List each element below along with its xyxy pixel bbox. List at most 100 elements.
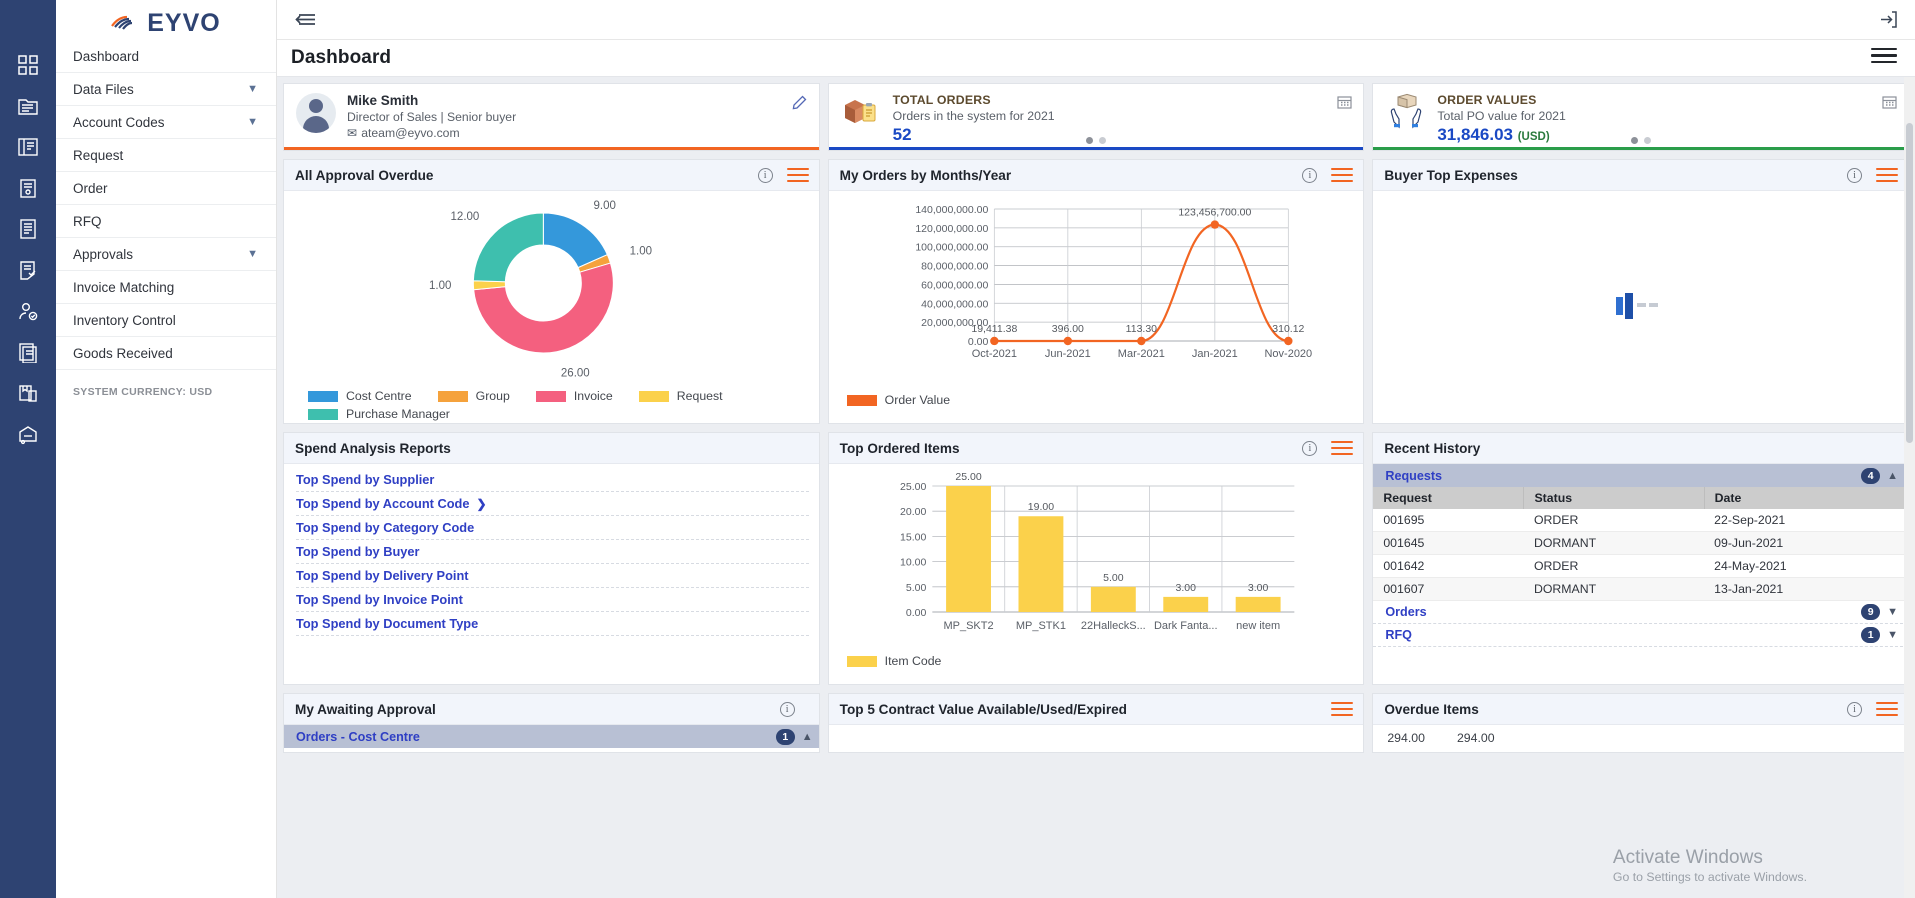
rail-icon-order[interactable] — [0, 208, 56, 249]
dashboard-menu-icon[interactable] — [1871, 48, 1897, 68]
carousel-dots-2[interactable] — [1630, 137, 1651, 144]
chevron-down-icon[interactable]: ▼ — [1887, 629, 1898, 641]
chevron-right-icon[interactable]: ❯ — [476, 497, 486, 511]
sidebar-item-account-codes[interactable]: Account Codes ▼ — [56, 106, 276, 139]
order-values-title: ORDER VALUES — [1437, 93, 1537, 107]
calendar-icon[interactable] — [1337, 95, 1352, 112]
bar[interactable] — [1090, 586, 1136, 612]
widget-body: 0.00 5.00 10.00 15.00 20.00 25.00 25.00 MP_SKT2… — [829, 464, 1364, 684]
sidebar-item-rfq[interactable]: RFQ — [56, 205, 276, 238]
table-row[interactable]: 001607 DORMANT 13-Jan-2021 — [1373, 577, 1908, 601]
system-currency-label: SYSTEM CURRENCY: USD — [73, 386, 213, 398]
sidebar-item-dashboard[interactable]: Dashboard — [56, 40, 276, 73]
rail-icon-inventory-control[interactable] — [0, 372, 56, 413]
edit-profile-icon[interactable] — [792, 95, 807, 113]
app-root: EYVO Dashboard Data Files ▼ Account Codes ▼ R… — [0, 0, 1915, 898]
table-cell: DORMANT — [1523, 577, 1705, 601]
sidebar-item-request[interactable]: Request — [56, 139, 276, 172]
data-point[interactable] — [989, 336, 999, 346]
chevron-down-icon[interactable]: ▼ — [247, 116, 258, 128]
y-axis-tick-label: 140,000,000.00 — [915, 204, 988, 216]
rail-icon-rfq[interactable] — [0, 249, 56, 290]
legend-item[interactable]: Request — [638, 389, 723, 403]
package-hands-icon — [1385, 93, 1427, 133]
table-row[interactable]: 001645 DORMANT 09-Jun-2021 — [1373, 531, 1908, 555]
widget-menu-icon[interactable] — [1876, 167, 1899, 183]
page-scrollbar[interactable] — [1904, 77, 1915, 898]
total-orders-title: TOTAL ORDERS — [892, 93, 991, 107]
data-point[interactable] — [1063, 336, 1072, 346]
calendar-icon-2[interactable] — [1882, 95, 1897, 112]
legend-item[interactable]: Order Value — [846, 393, 950, 407]
scrollbar-thumb[interactable] — [1906, 123, 1913, 443]
rail-icon-dashboard[interactable] — [0, 44, 56, 85]
widget-menu-icon[interactable] — [1876, 701, 1899, 717]
spend-report-link[interactable]: Top Spend by Account Code ❯ — [296, 492, 809, 516]
legend-swatch — [308, 390, 338, 402]
chevron-down-icon[interactable]: ▼ — [247, 83, 258, 95]
bar[interactable] — [1235, 596, 1281, 612]
rail-icon-goods-received[interactable] — [0, 413, 56, 454]
mail-icon: ✉ — [347, 126, 358, 140]
sidebar-item-invoice-matching[interactable]: Invoice Matching — [56, 271, 276, 304]
data-point-label: 310.12 — [1272, 323, 1304, 335]
legend-item[interactable]: Invoice — [535, 389, 613, 403]
table-row[interactable]: 001642 ORDER 24-May-2021 — [1373, 554, 1908, 578]
sidebar-item-order[interactable]: Order — [56, 172, 276, 205]
widget-menu-icon[interactable] — [786, 167, 809, 183]
menu-collapse-icon[interactable] — [291, 6, 319, 34]
data-point[interactable] — [1210, 220, 1219, 229]
table-row[interactable]: 001695 ORDER 22-Sep-2021 — [1373, 509, 1908, 532]
history-group-orders[interactable]: Orders 9 ▼ — [1373, 601, 1909, 624]
history-group-requests[interactable]: Requests 4 ▲ — [1373, 464, 1909, 487]
carousel-dots[interactable] — [1086, 137, 1107, 144]
sidebar-item-approvals[interactable]: Approvals ▼ — [56, 238, 276, 271]
widget-menu-icon[interactable] — [1331, 167, 1354, 183]
spend-report-link[interactable]: Top Spend by Delivery Point — [296, 564, 809, 588]
sidebar-item-data-files[interactable]: Data Files ▼ — [56, 73, 276, 106]
awaiting-approval-row[interactable]: Orders - Cost Centre 1 ▲ — [284, 725, 819, 748]
rail-icon-approvals[interactable] — [0, 290, 56, 331]
bar[interactable] — [945, 486, 991, 612]
rail-icon-request[interactable] — [0, 167, 56, 208]
info-icon[interactable]: i — [757, 167, 773, 183]
brand-logo[interactable]: EYVO — [56, 0, 276, 40]
widget-spend-analysis: Spend Analysis Reports Top Spend by Supp… — [283, 432, 820, 685]
charts-row-2: Spend Analysis Reports Top Spend by Supp… — [283, 432, 1910, 685]
data-point-label: 19,411.38 — [971, 323, 1017, 335]
info-icon[interactable]: i — [1302, 440, 1318, 456]
donut-slice-label: 12.00 — [451, 211, 480, 223]
rail-icon-account-codes[interactable] — [0, 126, 56, 167]
bar[interactable] — [1162, 596, 1208, 612]
donut-slice[interactable] — [472, 212, 544, 283]
legend-item[interactable]: Group — [437, 389, 510, 403]
chevron-down-icon[interactable]: ▼ — [247, 248, 258, 260]
rail-icon-invoice-matching[interactable] — [0, 331, 56, 372]
logout-icon[interactable] — [1875, 7, 1901, 33]
info-icon[interactable]: i — [1847, 701, 1863, 717]
widget-menu-icon[interactable] — [1331, 701, 1354, 717]
legend-item[interactable]: Purchase Manager — [308, 407, 450, 421]
info-icon[interactable]: i — [1847, 167, 1863, 183]
info-icon[interactable]: i — [779, 701, 795, 717]
info-icon[interactable]: i — [1302, 167, 1318, 183]
chevron-up-icon[interactable]: ▲ — [1887, 470, 1898, 482]
bar[interactable] — [1018, 516, 1064, 612]
spend-report-link[interactable]: Top Spend by Invoice Point — [296, 588, 809, 612]
history-group-rfq[interactable]: RFQ 1 ▼ — [1373, 624, 1909, 647]
chevron-down-icon[interactable]: ▼ — [1887, 606, 1898, 618]
spend-report-link[interactable]: Top Spend by Document Type — [296, 612, 809, 636]
widget-menu-icon[interactable] — [1331, 440, 1354, 456]
rail-icon-data-files[interactable] — [0, 85, 56, 126]
data-point[interactable] — [1136, 336, 1146, 346]
chevron-up-icon[interactable]: ▲ — [802, 731, 813, 743]
legend-item[interactable]: Item Code — [846, 654, 941, 668]
sidebar-item-goods-received[interactable]: Goods Received — [56, 337, 276, 370]
table-cell: 22-Sep-2021 — [1704, 509, 1908, 532]
spend-report-link[interactable]: Top Spend by Category Code — [296, 516, 809, 540]
spend-report-link[interactable]: Top Spend by Buyer — [296, 540, 809, 564]
sidebar-item-inventory-control[interactable]: Inventory Control — [56, 304, 276, 337]
legend-item[interactable]: Cost Centre — [308, 389, 412, 403]
data-point[interactable] — [1283, 336, 1293, 346]
spend-report-link[interactable]: Top Spend by Supplier — [296, 468, 809, 492]
